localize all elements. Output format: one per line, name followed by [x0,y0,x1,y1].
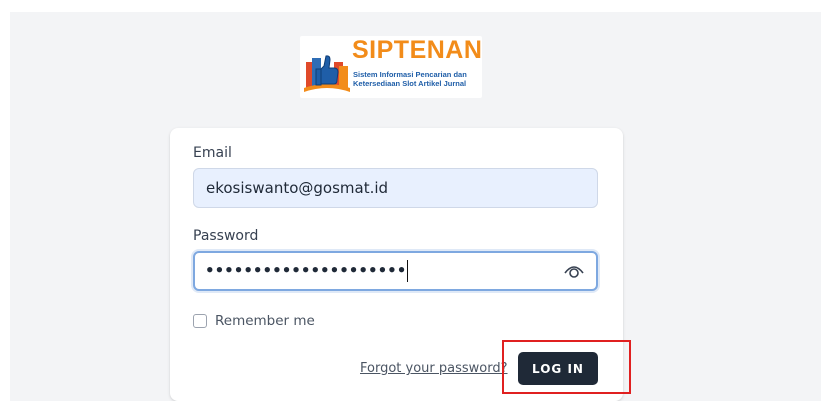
password-label: Password [193,228,259,244]
password-field[interactable]: ••••••••••••••••••••• [193,251,598,291]
forgot-password-link[interactable]: Forgot your password? [360,361,508,376]
login-card: Email ekosiswanto@gosmat.id Password •••… [170,128,623,401]
text-caret [407,260,409,282]
app-logo: SIPTENAN Sistem Informasi Pencarian dan … [300,36,482,98]
email-value: ekosiswanto@gosmat.id [206,179,389,197]
eye-icon[interactable] [564,263,584,279]
email-label: Email [193,145,232,161]
password-value: ••••••••••••••••••••• [205,261,407,280]
remember-me[interactable]: Remember me [193,313,315,329]
email-field[interactable]: ekosiswanto@gosmat.id [193,168,598,208]
brand-title: SIPTENAN [352,36,483,64]
remember-label: Remember me [215,313,315,329]
thumbs-up-books-icon [304,55,350,92]
brand-subtitle-line1: Sistem Informasi Pencarian dan [353,70,467,79]
brand-subtitle: Sistem Informasi Pencarian dan Ketersedi… [353,70,483,88]
login-button[interactable]: LOG IN [518,352,598,385]
remember-checkbox[interactable] [193,314,207,328]
brand-subtitle-line2: Ketersediaan Slot Artikel Jurnal [353,79,467,88]
